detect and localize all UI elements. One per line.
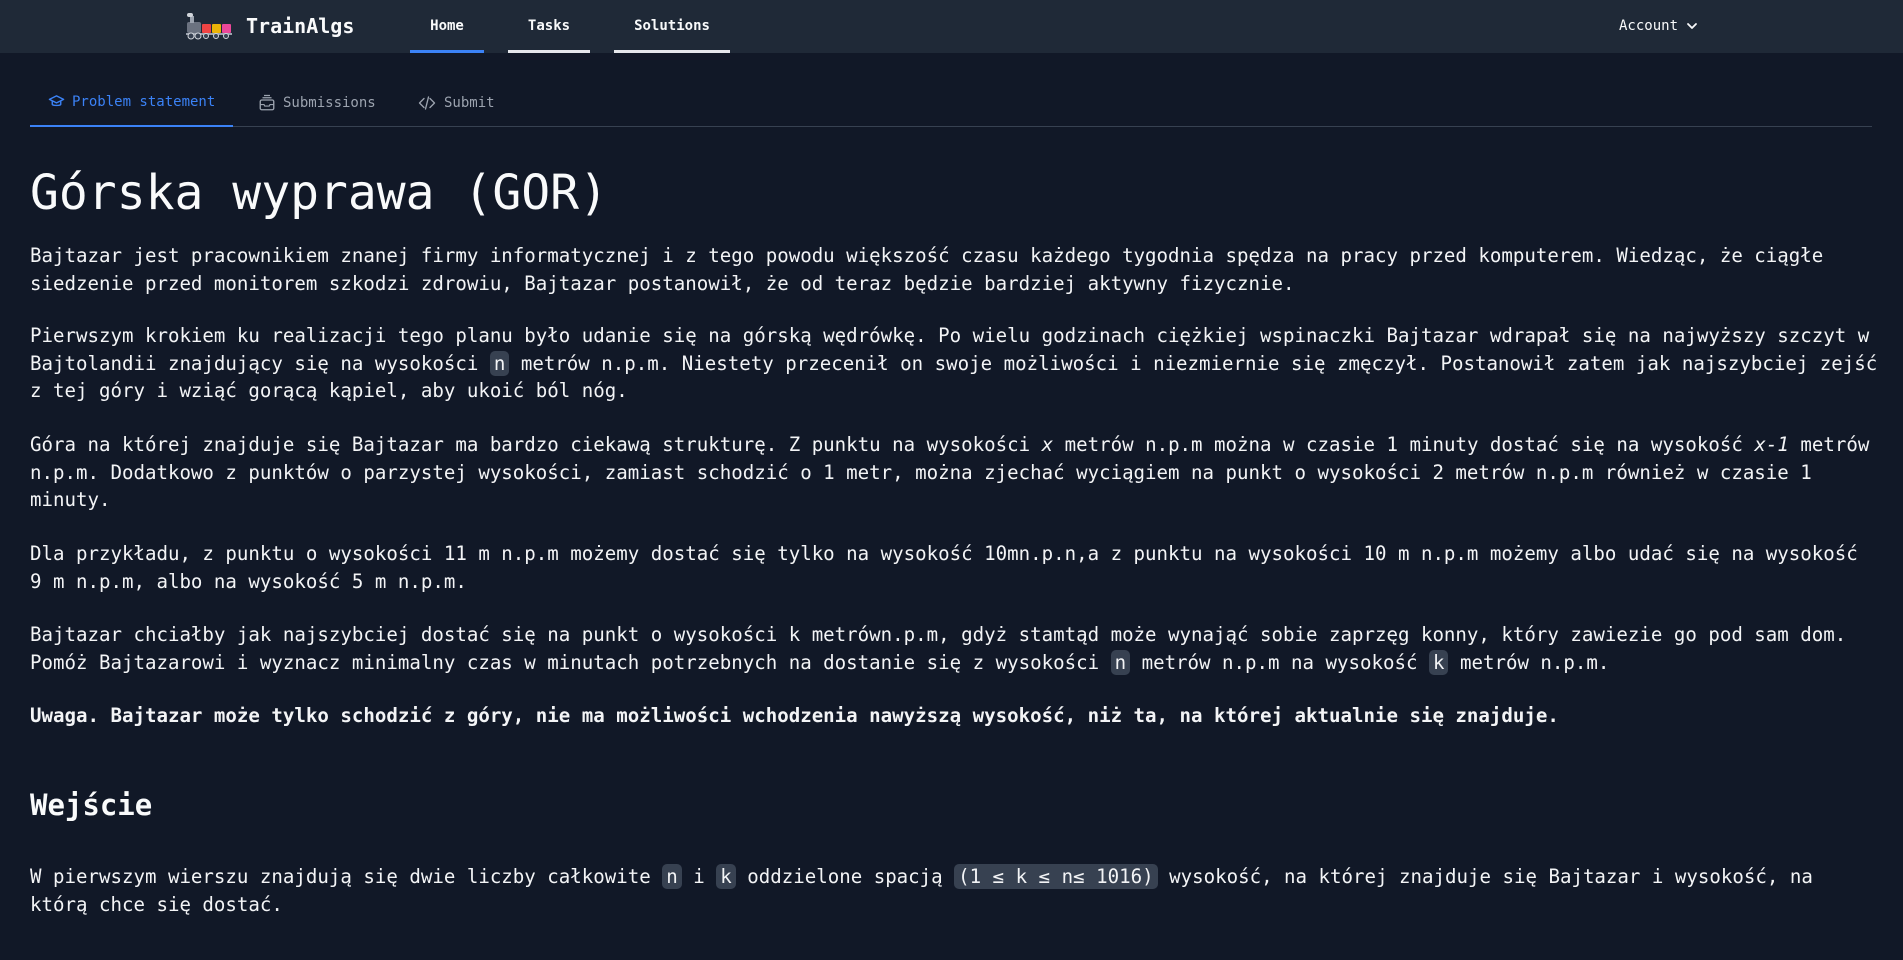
inline-code-range: (1 ≤ k ≤ n≤ 1016): [954, 864, 1158, 889]
nav-tab-home[interactable]: Home: [410, 0, 484, 53]
nav-tab-home-label: Home: [430, 18, 464, 34]
tab-problem-statement-label: Problem statement: [72, 93, 216, 110]
nav-tab-tasks-label: Tasks: [527, 18, 571, 34]
nav-tab-solutions-label: Solutions: [634, 18, 710, 34]
account-label: Account: [1619, 18, 1679, 34]
brand-name: TrainAlgs: [246, 14, 355, 38]
math-x: x: [1041, 433, 1054, 456]
problem-note: Uwaga. Bajtazar może tylko schodzić z gó…: [30, 704, 1559, 727]
brand-link[interactable]: TrainAlgs: [186, 12, 354, 40]
inline-code-n: n: [1110, 649, 1131, 675]
problem-paragraph-2: Pierwszym krokiem ku realizacji tego pla…: [30, 322, 1880, 405]
inline-code-k: k: [1428, 649, 1449, 675]
tab-submissions-label: Submissions: [283, 94, 376, 111]
input-section-heading: Wejście: [30, 788, 153, 822]
inline-code-n: n: [489, 350, 510, 376]
tab-submit[interactable]: Submit: [417, 78, 495, 127]
chevron-down-icon: [1687, 23, 1697, 29]
train-logo-icon: [186, 13, 232, 40]
problem-title: Górska wyprawa (GOR): [30, 165, 608, 221]
code-brackets-icon: [418, 95, 436, 110]
top-navbar: TrainAlgs Home Tasks Solutions Account: [0, 0, 1903, 53]
input-paragraph: W pierwszym wierszu znajdują się dwie li…: [30, 863, 1880, 918]
problem-paragraph-5: Bajtazar chciałby jak najszybciej dostać…: [30, 621, 1880, 676]
text-span: i: [681, 865, 717, 888]
nav-tab-solutions[interactable]: Solutions: [614, 0, 730, 53]
text-span: W pierwszym wierszu znajdują się dwie li…: [30, 865, 663, 888]
text-span: Góra na której znajduje się Bajtazar ma …: [30, 433, 1042, 456]
problem-paragraph-1: Bajtazar jest pracownikiem znanej firmy …: [30, 244, 1824, 295]
problem-paragraph-4: Dla przykładu, z punktu o wysokości 11 m…: [30, 542, 1858, 593]
tab-submit-label: Submit: [444, 94, 495, 111]
inline-code-k: k: [716, 864, 736, 889]
text-span: metrów n.p.m na wysokość: [1130, 650, 1429, 674]
text-span: oddzielone spacją: [735, 865, 955, 888]
math-x-minus-1: x-1: [1754, 433, 1789, 456]
account-menu[interactable]: Account: [1619, 16, 1698, 36]
text-span: metrów n.p.m można w czasie 1 minuty dos…: [1053, 433, 1755, 456]
problem-paragraph-3: Góra na której znajduje się Bajtazar ma …: [30, 431, 1880, 514]
text-span: metrów n.p.m.: [1448, 650, 1610, 674]
tab-problem-statement[interactable]: Problem statement: [30, 78, 233, 127]
graduation-cap-icon: [48, 95, 65, 107]
inline-code-n: n: [662, 864, 682, 889]
inbox-stack-icon: [259, 94, 275, 110]
nav-tab-tasks[interactable]: Tasks: [508, 0, 590, 53]
problem-tabs: Problem statement Submissions Submit: [30, 78, 1872, 127]
tab-submissions[interactable]: Submissions: [258, 78, 376, 127]
